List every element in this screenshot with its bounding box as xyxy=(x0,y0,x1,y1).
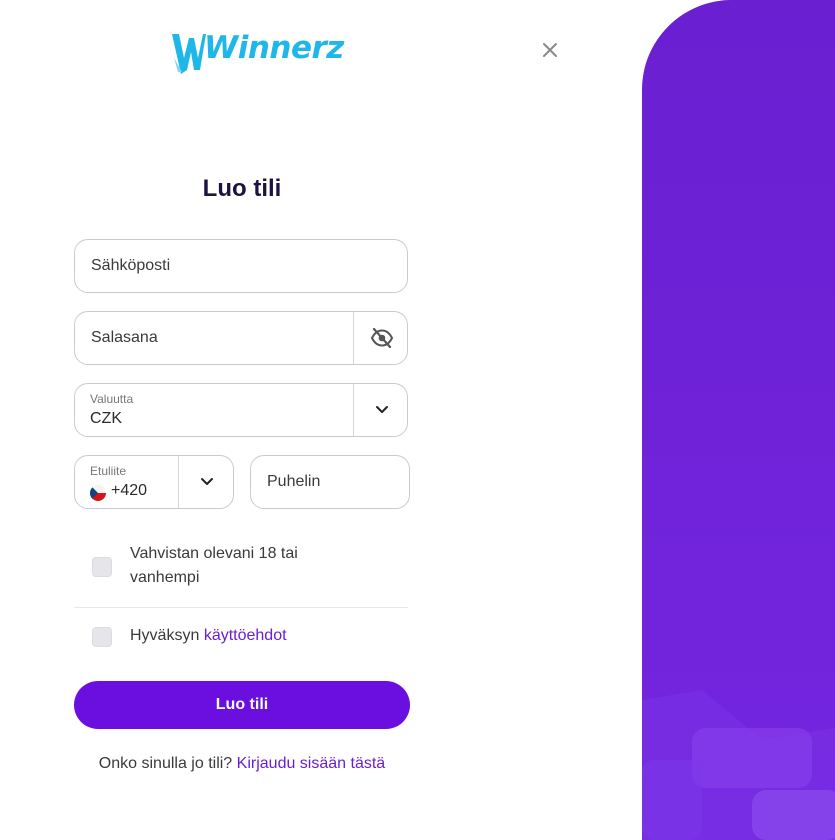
prefix-value: +420 xyxy=(111,482,148,499)
terms-checkbox-label: Hyväksyn käyttöehdot xyxy=(130,624,287,648)
currency-select[interactable]: Valuutta CZK xyxy=(74,383,408,437)
close-icon xyxy=(543,43,557,57)
logo-text: Winnerz xyxy=(204,30,344,66)
prefix-dropdown-button[interactable] xyxy=(179,456,234,508)
email-field-wrapper xyxy=(74,239,408,293)
password-field[interactable] xyxy=(91,312,341,364)
login-link[interactable]: Kirjaudu sisään tästä xyxy=(237,755,386,772)
brand-logo[interactable]: Winnerz xyxy=(170,26,344,76)
prefix-label: Etuliite xyxy=(90,464,127,478)
phone-prefix-select[interactable]: Etuliite +420 xyxy=(74,455,234,509)
chevron-down-icon xyxy=(200,478,213,485)
side-panel-art xyxy=(642,0,835,840)
promo-side-panel xyxy=(642,0,835,840)
close-button[interactable] xyxy=(538,38,562,62)
terms-checkbox[interactable] xyxy=(92,627,112,647)
create-account-button[interactable]: Luo tili xyxy=(74,681,410,729)
eye-off-icon xyxy=(370,327,393,349)
email-field[interactable] xyxy=(91,240,341,292)
password-field-wrapper xyxy=(74,311,408,365)
divider xyxy=(74,607,408,608)
page-title: Luo tili xyxy=(202,175,282,202)
age-checkbox-label[interactable]: Vahvistan olevani 18 tai vanhempi xyxy=(130,542,360,590)
login-prompt: Onko sinulla jo tili? Kirjaudu sisään tä… xyxy=(74,755,410,773)
toggle-password-button[interactable] xyxy=(354,312,409,364)
phone-field[interactable] xyxy=(267,456,397,508)
currency-label: Valuutta xyxy=(90,392,134,406)
czech-flag-icon xyxy=(90,485,106,501)
currency-dropdown-button[interactable] xyxy=(354,384,409,436)
phone-field-wrapper xyxy=(250,455,410,509)
chevron-down-icon xyxy=(375,406,388,413)
currency-value: CZK xyxy=(90,410,122,427)
login-question: Onko sinulla jo tili? xyxy=(98,755,233,772)
logo-w-mark xyxy=(172,34,206,74)
terms-label-prefix: Hyväksyn xyxy=(130,627,200,644)
age-checkbox[interactable] xyxy=(92,557,112,577)
terms-link[interactable]: käyttöehdot xyxy=(204,627,287,644)
